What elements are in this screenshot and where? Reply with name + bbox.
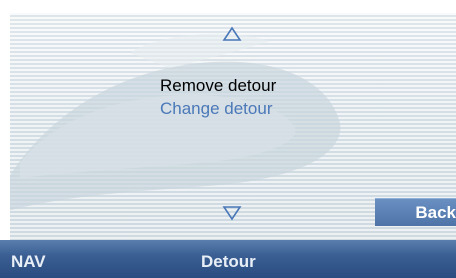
menu-item-change-detour[interactable]: Change detour (160, 99, 272, 119)
back-button[interactable]: Back (375, 198, 456, 226)
scroll-down-icon[interactable] (222, 205, 242, 221)
menu-item-remove-detour[interactable]: Remove detour (160, 76, 276, 96)
menu-panel: Remove detour Change detour Back (10, 13, 456, 240)
status-mode-label: NAV (11, 252, 46, 271)
status-bar: NAV Detour (0, 240, 456, 278)
status-title: Detour (201, 252, 256, 271)
scroll-up-icon[interactable] (222, 26, 242, 42)
detour-screen: Remove detour Change detour Back NAV Det… (0, 0, 456, 278)
